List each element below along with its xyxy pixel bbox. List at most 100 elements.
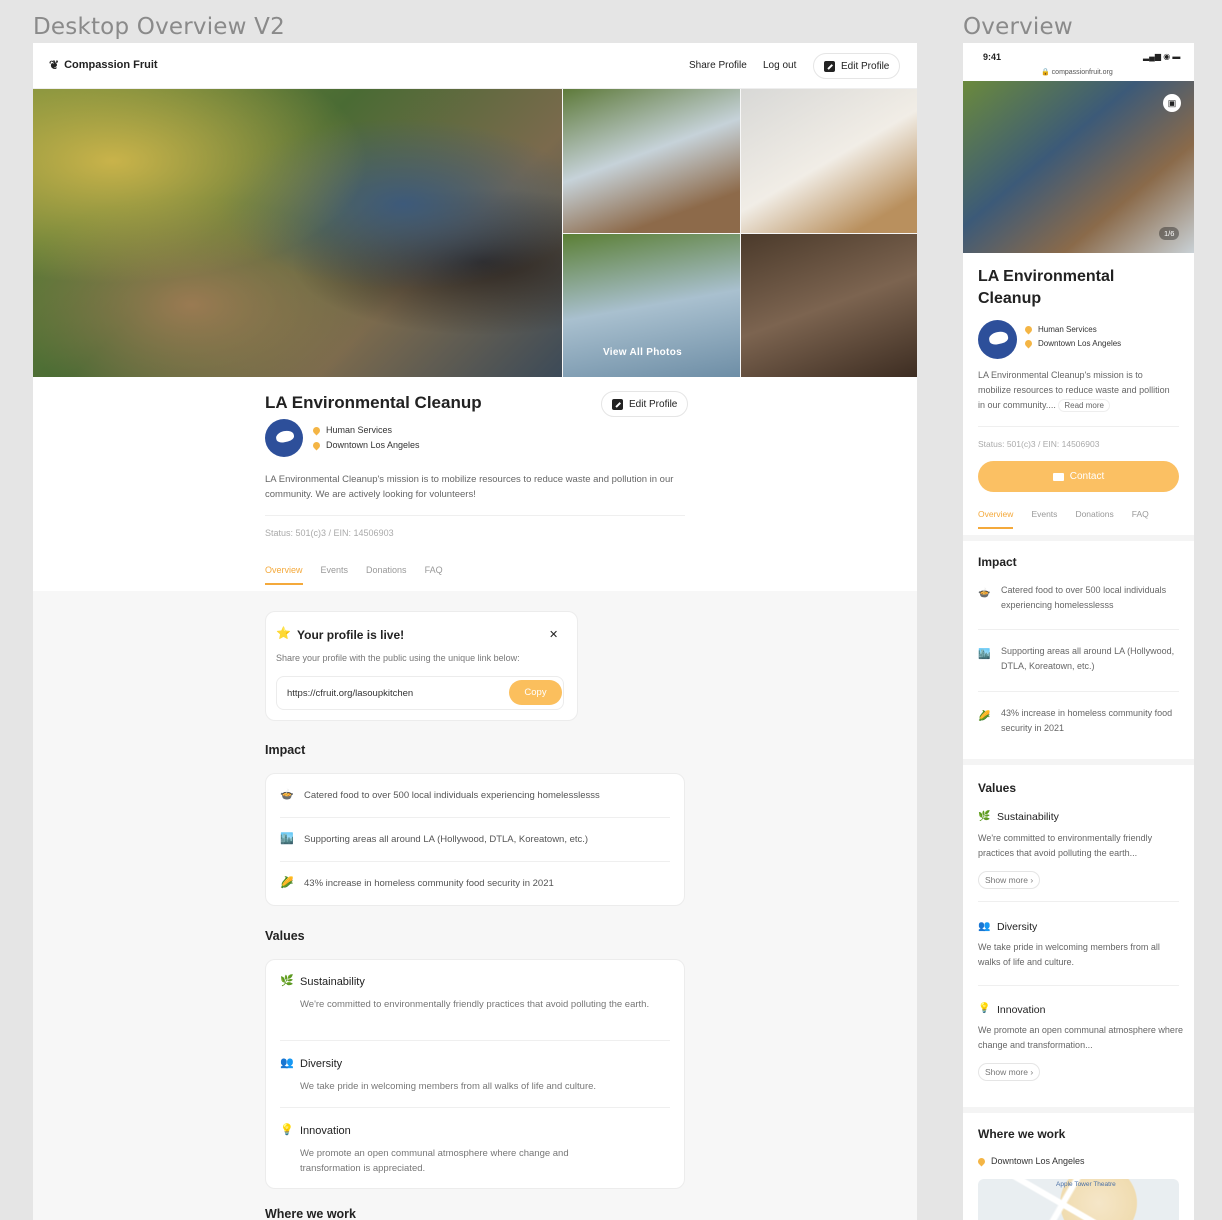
mobile-impact-item-1: Catered food to over 500 local individua… — [1001, 585, 1167, 610]
mobile-impact-heading: Impact — [978, 555, 1017, 569]
gallery-icon[interactable]: ▣ — [1163, 94, 1181, 112]
location-tag: Downtown Los Angeles — [311, 440, 420, 450]
tab-bar: Overview Events Donations FAQ — [265, 565, 443, 585]
divider — [280, 1107, 670, 1108]
lightbulb-icon: 💡 — [280, 1124, 294, 1136]
hero-photo-2[interactable] — [563, 89, 740, 233]
org-title: LA Environmental Cleanup — [265, 393, 482, 412]
mobile-value-desc-diversity: We take pride in welcoming members from … — [978, 942, 1160, 967]
tab-overview[interactable]: Overview — [265, 565, 303, 585]
envelope-icon — [1052, 472, 1064, 481]
corn-icon: 🌽 — [978, 711, 991, 722]
tag-pin-icon — [311, 425, 322, 435]
profile-link-text: https://cfruit.org/lasoupkitchen — [287, 688, 414, 699]
org-avatar — [265, 419, 303, 457]
corn-icon: 🌽 — [280, 877, 294, 889]
status-text: Status: 501(c)3 / EIN: 14506903 — [265, 528, 394, 538]
logout-link[interactable]: Log out — [763, 60, 796, 71]
divider — [978, 426, 1179, 427]
tab-donations[interactable]: Donations — [1075, 509, 1113, 519]
location-pin-icon — [311, 440, 322, 450]
edit-profile-nav-button[interactable]: Edit Profile — [813, 53, 901, 79]
mobile-frame: 9:41 ▂▄▆ ◉ ▬ 🔒 compassionfruit.org ▣ 1/6… — [963, 43, 1194, 1220]
hero-photo-5[interactable] — [741, 234, 917, 377]
edit-profile-label: Edit Profile — [629, 398, 678, 410]
value-title-innovation: Innovation — [300, 1125, 351, 1137]
tab-faq[interactable]: FAQ — [1132, 509, 1149, 519]
divider — [978, 691, 1179, 692]
divider — [280, 1040, 670, 1041]
show-more-button[interactable]: Show more › — [978, 1063, 1041, 1081]
tag-pin-icon — [1023, 324, 1034, 335]
mobile-tab-bar: Overview Events Donations FAQ — [978, 509, 1149, 529]
mobile-values-section: Values 🌿 Sustainability We're committed … — [963, 765, 1194, 1107]
leaf-icon: 🌿 — [978, 811, 991, 822]
clock: 9:41 — [983, 52, 1002, 62]
pencil-icon — [824, 60, 835, 72]
divider — [978, 629, 1179, 630]
mobile-org-title: LA Environmental Cleanup — [978, 268, 1115, 307]
mobile-value-desc-innovation: We promote an open communal atmosphere w… — [978, 1025, 1183, 1050]
mobile-impact-section: Impact 🍲 Catered food to over 500 local … — [963, 541, 1194, 759]
food-bowl-icon: 🍲 — [978, 588, 991, 599]
divider — [280, 861, 670, 862]
mobile-hero-photo[interactable] — [963, 81, 1194, 253]
mobile-value-title-sustainability: Sustainability — [997, 811, 1059, 823]
read-more-button[interactable]: Read more — [1058, 399, 1110, 412]
profile-live-card: ⭐ Your profile is live! ✕ Share your pro… — [265, 611, 578, 721]
tab-overview[interactable]: Overview — [978, 509, 1014, 529]
mobile-category-tag: Human Services — [1023, 324, 1097, 335]
tab-events[interactable]: Events — [1031, 509, 1057, 519]
share-profile-link[interactable]: Share Profile — [689, 60, 747, 71]
tab-donations[interactable]: Donations — [366, 565, 407, 575]
star-icon: ⭐ — [276, 626, 291, 640]
hero-photo-main[interactable] — [33, 89, 562, 377]
mobile-org-avatar — [978, 320, 1017, 359]
values-card: 🌿 Sustainability We're committed to envi… — [265, 959, 685, 1189]
divider — [978, 985, 1179, 986]
mobile-status-text: Status: 501(c)3 / EIN: 14506903 — [978, 439, 1100, 449]
edit-profile-button[interactable]: Edit Profile — [601, 391, 689, 417]
divider — [280, 817, 670, 818]
fruit-leaf-icon: ❦ — [49, 58, 60, 72]
url-bar[interactable]: 🔒 compassionfruit.org — [1041, 68, 1113, 76]
view-all-photos-button[interactable]: View All Photos — [603, 347, 682, 358]
value-desc-sustainability: We're committed to environmentally frien… — [300, 999, 650, 1010]
desktop-frame-label: Desktop Overview V2 — [33, 14, 285, 40]
value-title-diversity: Diversity — [300, 1058, 343, 1070]
impact-item-2: Supporting areas all around LA (Hollywoo… — [304, 834, 589, 845]
hero-photo-3[interactable] — [741, 89, 917, 233]
city-icon: 🏙️ — [280, 833, 294, 845]
impact-heading: Impact — [265, 743, 306, 757]
mobile-where-heading: Where we work — [978, 1127, 1066, 1141]
people-icon: 👥 — [280, 1057, 294, 1069]
tab-events[interactable]: Events — [321, 565, 349, 575]
mobile-location-tag: Downtown Los Angeles — [1023, 338, 1121, 349]
city-icon: 🏙️ — [978, 649, 991, 660]
impact-card: 🍲 Catered food to over 500 local individ… — [265, 773, 685, 906]
mobile-values-heading: Values — [978, 781, 1017, 795]
brand-logo[interactable]: ❦ Compassion Fruit — [49, 58, 158, 72]
location-map[interactable]: Apple Tower Theatre — [978, 1179, 1179, 1220]
impact-item-1: Catered food to over 500 local individua… — [304, 790, 600, 801]
live-card-title: Your profile is live! — [297, 628, 405, 642]
people-icon: 👥 — [978, 921, 991, 932]
contact-button[interactable]: Contact — [978, 461, 1179, 492]
mobile-frame-label: Overview — [963, 14, 1073, 40]
lightbulb-icon: 💡 — [978, 1003, 991, 1014]
mobile-value-desc-sustainability: We're committed to environmentally frien… — [978, 833, 1153, 858]
value-title-sustainability: Sustainability — [300, 976, 365, 988]
mobile-status-bar: 9:41 ▂▄▆ ◉ ▬ 🔒 compassionfruit.org — [963, 43, 1194, 81]
impact-item-3: 43% increase in homeless community food … — [304, 878, 554, 889]
tab-faq[interactable]: FAQ — [425, 565, 443, 575]
mobile-value-title-innovation: Innovation — [997, 1004, 1046, 1016]
value-desc-diversity: We take pride in welcoming members from … — [300, 1081, 597, 1092]
location-pin-icon — [1023, 338, 1034, 349]
show-more-button[interactable]: Show more › — [978, 871, 1041, 889]
where-heading: Where we work — [265, 1207, 356, 1220]
location-pin-icon — [976, 1156, 987, 1166]
values-heading: Values — [265, 929, 305, 943]
copy-button[interactable]: Copy — [509, 680, 562, 705]
close-icon[interactable]: ✕ — [549, 628, 558, 641]
photo-counter: 1/6 — [1159, 227, 1180, 240]
